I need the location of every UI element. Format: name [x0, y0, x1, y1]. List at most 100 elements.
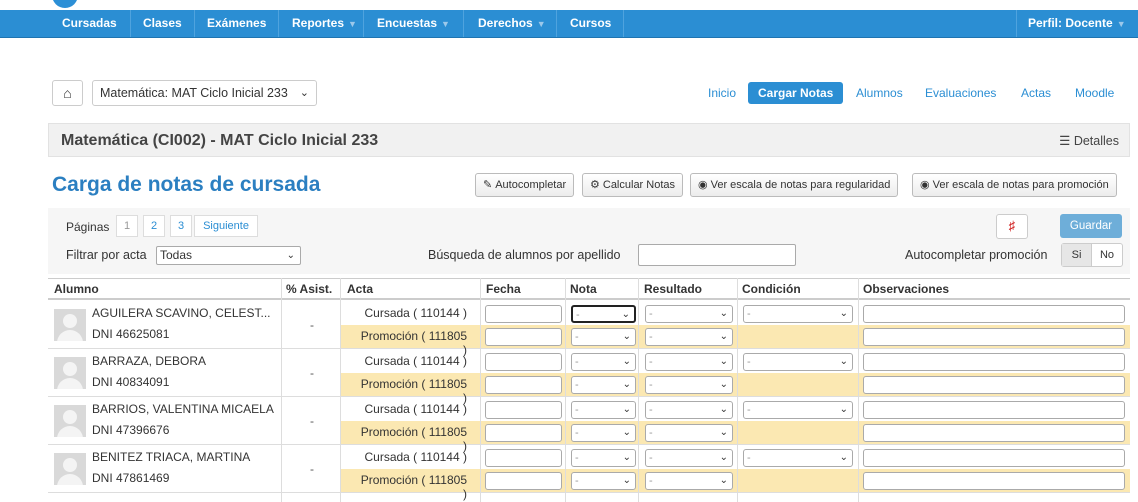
condicion-select[interactable]: - ⌄ — [743, 305, 853, 323]
acta-cursada: Cursada ( 110144 ) — [364, 450, 467, 464]
chevron-down-icon: ⌄ — [622, 331, 631, 342]
page-next[interactable]: Siguiente — [194, 215, 258, 237]
tab-actas[interactable]: Actas — [1021, 82, 1051, 104]
fecha-input[interactable] — [485, 472, 562, 490]
page-2[interactable]: 2 — [143, 215, 165, 237]
fecha-input[interactable] — [485, 424, 562, 442]
nav-examenes[interactable]: Exámenes — [201, 10, 272, 37]
fecha-input[interactable] — [485, 401, 562, 419]
resultado-select[interactable]: - ⌄ — [645, 305, 733, 323]
chevron-down-icon: ⌄ — [719, 427, 728, 438]
page-3[interactable]: 3 — [170, 215, 192, 237]
nav-cursadas[interactable]: Cursadas — [56, 10, 123, 37]
brand-strip — [0, 0, 1138, 10]
col-resultado: Resultado — [644, 282, 703, 296]
tab-evaluaciones[interactable]: Evaluaciones — [925, 82, 996, 104]
chevron-down-icon: ▼ — [348, 19, 357, 29]
condicion-select[interactable]: - ⌄ — [743, 401, 853, 419]
observaciones-input[interactable] — [863, 353, 1125, 371]
search-input[interactable] — [638, 244, 796, 266]
nav-encuestas[interactable]: Encuestas ▼ — [371, 10, 456, 37]
resultado-select[interactable]: - ⌄ — [645, 376, 733, 394]
page-1[interactable]: 1 — [116, 215, 138, 237]
student-dni: DNI 46625081 — [92, 327, 170, 341]
chevron-down-icon: ▼ — [536, 19, 546, 29]
tab-inicio[interactable]: Inicio — [708, 82, 736, 104]
student-name: BARRIOS, VALENTINA MICAELA — [92, 402, 274, 416]
resultado-select[interactable]: - ⌄ — [645, 424, 733, 442]
table-header: Alumno % Asist. Acta Fecha Nota Resultad… — [48, 278, 1130, 300]
fecha-input[interactable] — [485, 376, 562, 394]
table-row: BENITEZ TRIACA, MARTINA DNI 47861469 - Curs… — [48, 446, 1130, 501]
fecha-input[interactable] — [485, 353, 562, 371]
materia-select[interactable]: Matemática: MAT Ciclo Inicial 233 ⌄ — [92, 80, 317, 106]
eye-icon: ◉ — [698, 179, 708, 191]
observaciones-input[interactable] — [863, 305, 1125, 323]
resultado-select[interactable]: - ⌄ — [645, 401, 733, 419]
tab-alumnos[interactable]: Alumnos — [856, 82, 903, 104]
profile-menu[interactable]: Perfil: Docente ▼ — [1022, 10, 1132, 37]
home-icon: ⌂ — [63, 85, 72, 101]
tab-moodle[interactable]: Moodle — [1075, 82, 1114, 104]
guardar-button[interactable]: Guardar — [1060, 214, 1122, 238]
nota-select[interactable]: - ⌄ — [571, 328, 636, 346]
nota-select[interactable]: - ⌄ — [571, 353, 636, 371]
nav-clases[interactable]: Clases — [137, 10, 188, 37]
acta-cursada: Cursada ( 110144 ) — [364, 306, 467, 320]
nota-select[interactable]: - ⌄ — [571, 305, 636, 323]
acta-filter-select[interactable]: Todas ⌄ — [156, 246, 301, 265]
nav-reportes[interactable]: Reportes ▼ — [286, 10, 363, 37]
toggle-no[interactable]: No — [1092, 244, 1122, 266]
escala-promocion-button[interactable]: ◉ Ver escala de notas para promoción — [912, 173, 1117, 197]
nota-select[interactable]: - ⌄ — [571, 449, 636, 467]
student-dni: DNI 40834091 — [92, 375, 170, 389]
nav-cursos[interactable]: Cursos — [564, 10, 617, 37]
avatar — [54, 405, 86, 437]
observaciones-input[interactable] — [863, 328, 1125, 346]
wrench-icon: ✎ — [483, 179, 493, 191]
resultado-select[interactable]: - ⌄ — [645, 472, 733, 490]
nota-select[interactable]: - ⌄ — [571, 472, 636, 490]
student-name: BARRAZA, DEBORA — [92, 354, 207, 368]
col-fecha: Fecha — [486, 282, 521, 296]
observaciones-input[interactable] — [863, 401, 1125, 419]
details-link[interactable]: ☰ Detalles — [1059, 133, 1119, 148]
chevron-down-icon: ⌄ — [719, 452, 728, 463]
fecha-input[interactable] — [485, 328, 562, 346]
resultado-select[interactable]: - ⌄ — [645, 449, 733, 467]
calcular-notas-button[interactable]: ⚙ Calcular Notas — [582, 173, 684, 197]
main-navbar: Cursadas Clases Exámenes Reportes ▼ Encue… — [0, 10, 1138, 38]
observaciones-input[interactable] — [863, 472, 1125, 490]
nav-derechos[interactable]: Derechos ▼ — [472, 10, 552, 37]
autocompletar-button[interactable]: ✎ Autocompletar — [475, 173, 575, 197]
observaciones-input[interactable] — [863, 424, 1125, 442]
acta-cursada: Cursada ( 110144 ) — [364, 354, 467, 368]
home-button[interactable]: ⌂ — [52, 80, 83, 106]
nota-select[interactable]: - ⌄ — [571, 424, 636, 442]
list-icon: ☰ — [1059, 134, 1071, 148]
chevron-down-icon: ⌄ — [839, 452, 848, 463]
resultado-select[interactable]: - ⌄ — [645, 328, 733, 346]
autocompletar-promo-label: Autocompletar promoción — [905, 248, 1048, 262]
condicion-select[interactable]: - ⌄ — [743, 449, 853, 467]
attendance: - — [310, 414, 314, 428]
escala-regularidad-button[interactable]: ◉ Ver escala de notas para regularidad — [690, 173, 899, 197]
fecha-input[interactable] — [485, 305, 562, 323]
acta-cursada: Cursada ( 110144 ) — [364, 402, 467, 416]
nota-select[interactable]: - ⌄ — [571, 401, 636, 419]
resultado-select[interactable]: - ⌄ — [645, 353, 733, 371]
tab-cargar-notas[interactable]: Cargar Notas — [748, 82, 844, 104]
nota-select[interactable]: - ⌄ — [571, 376, 636, 394]
chevron-down-icon: ⌄ — [622, 356, 631, 367]
autocompletar-promo-toggle[interactable]: Si No — [1061, 243, 1123, 267]
pdf-button[interactable]: ♯ — [996, 214, 1028, 239]
toggle-si[interactable]: Si — [1062, 244, 1092, 266]
col-condicion: Condición — [742, 282, 801, 296]
observaciones-input[interactable] — [863, 449, 1125, 467]
col-alumno: Alumno — [54, 282, 99, 296]
filtrar-label: Filtrar por acta — [66, 248, 147, 262]
observaciones-input[interactable] — [863, 376, 1125, 394]
fecha-input[interactable] — [485, 449, 562, 467]
condicion-select[interactable]: - ⌄ — [743, 353, 853, 371]
avatar — [54, 357, 86, 389]
